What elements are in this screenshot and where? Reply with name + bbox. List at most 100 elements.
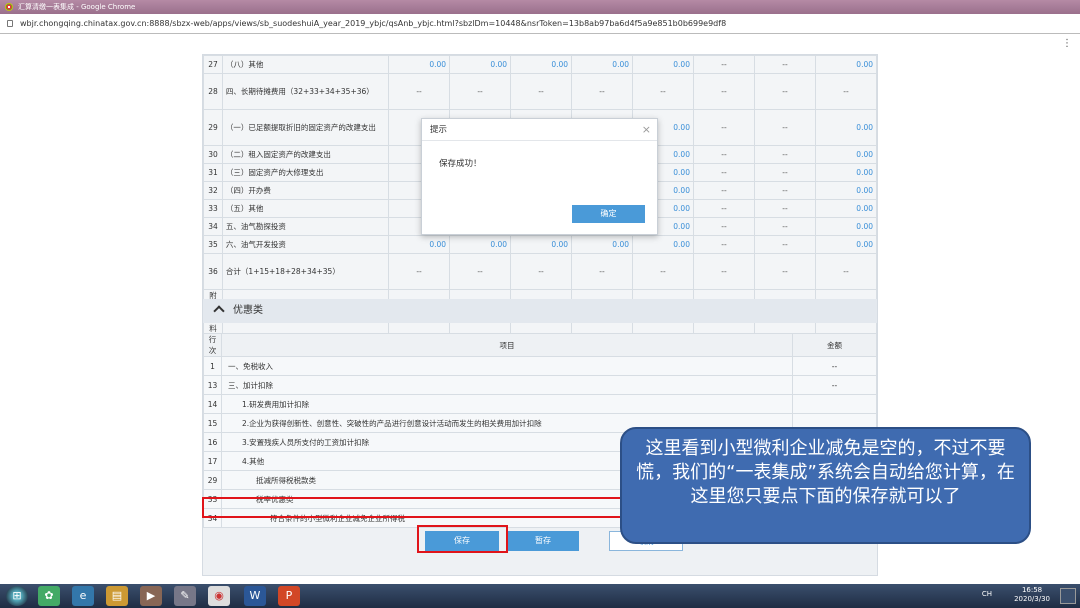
table-row: 35 六、油气开发投资 0.00 0.00 0.00 0.00 0.00 -- -- 0.00 [203, 235, 878, 254]
cell-value: -- [692, 199, 755, 218]
ok-button[interactable]: 确定 [572, 205, 645, 223]
row-label: 四、长期待摊费用（32+33+34+35+36） [221, 73, 390, 110]
row-number: 32 [203, 181, 223, 200]
row-number: 28 [203, 73, 223, 110]
table-row: 28 四、长期待摊费用（32+33+34+35+36） -- -- -- -- -- -- --… [203, 73, 878, 110]
alert-dialog: 提示 × 保存成功！ 确定 [421, 118, 658, 235]
row-label: 三、加计扣除 [221, 375, 793, 395]
cell-value: -- [753, 145, 816, 164]
address-bar[interactable]: wbjr.chongqing.chinatax.gov.cn:8888/sbzx… [0, 14, 1080, 34]
cell-value: -- [449, 73, 512, 110]
row-number: 29 [203, 470, 222, 490]
header-amount: 金额 [792, 333, 877, 357]
row-number: 17 [203, 451, 222, 471]
cell-value: -- [692, 55, 755, 74]
cell-value[interactable]: 0.00 [510, 235, 573, 254]
cell-value: -- [814, 73, 878, 110]
cell-value[interactable]: 0.00 [449, 235, 512, 254]
cell-value[interactable]: 0.00 [814, 55, 878, 74]
cell-value: -- [753, 181, 816, 200]
row-number: 33 [203, 199, 223, 218]
clock-time: 16:58 [1021, 586, 1043, 594]
row-number: 30 [203, 145, 223, 164]
cell-value[interactable]: 0.00 [814, 217, 878, 236]
section-header-preferential[interactable]: 优惠类 [203, 299, 877, 323]
tool-icon[interactable]: ✎ [174, 586, 196, 606]
cell-value[interactable]: 0.00 [814, 163, 878, 182]
chrome-taskbar-icon[interactable]: ◉ [208, 586, 230, 606]
app-icon[interactable]: ✿ [38, 586, 60, 606]
cell-value: -- [753, 217, 816, 236]
cell-value[interactable]: 0.00 [814, 199, 878, 218]
cell-value: -- [753, 199, 816, 218]
row-number: 15 [203, 413, 222, 433]
language-indicator[interactable]: CH [982, 590, 992, 598]
chevron-up-icon[interactable] [213, 305, 225, 317]
clock[interactable]: 16:58 2020/3/30 [1014, 586, 1050, 604]
menu-icon[interactable]: ⋮ [1062, 38, 1072, 49]
cell-value: -- [692, 235, 755, 254]
row-label: （二）租入固定资产的改建支出 [221, 145, 390, 164]
cell-value: -- [571, 73, 633, 110]
taskbar: ⊞ ✿ e ▤ ▶ ✎ ◉ W P CH 16:58 2020/3/30 [0, 584, 1080, 608]
cell-value: -- [692, 145, 755, 164]
header-item: 项目 [221, 333, 793, 357]
dialog-message: 保存成功！ [439, 159, 482, 169]
cell-value[interactable]: 0.00 [388, 235, 451, 254]
amount-cell[interactable] [792, 394, 877, 414]
cell-value: -- [632, 253, 694, 290]
cell-value[interactable]: 0.00 [449, 55, 512, 74]
folder-icon[interactable]: ▤ [106, 586, 128, 606]
ie-icon[interactable]: e [72, 586, 94, 606]
word-icon[interactable]: W [244, 586, 266, 606]
cell-value: -- [449, 253, 512, 290]
cell-value[interactable]: 0.00 [632, 55, 694, 74]
cell-value: -- [692, 181, 755, 200]
row-number: 27 [203, 55, 223, 74]
cell-value: -- [692, 73, 755, 110]
cell-value: -- [753, 235, 816, 254]
show-desktop-button[interactable] [1060, 588, 1076, 604]
media-icon[interactable]: ▶ [140, 586, 162, 606]
cell-value: -- [510, 73, 573, 110]
temp-save-button[interactable]: 暂存 [507, 531, 579, 551]
chrome-icon [5, 3, 13, 11]
table-header-row: 行次 项目 金额 [203, 333, 877, 357]
cell-value[interactable]: 0.00 [388, 55, 451, 74]
browser-toolbar: ⋮ [0, 34, 1080, 54]
cell-value[interactable]: 0.00 [814, 145, 878, 164]
close-icon[interactable]: × [642, 123, 651, 136]
cell-value: -- [753, 109, 816, 146]
powerpoint-icon[interactable]: P [278, 586, 300, 606]
amount-cell[interactable]: -- [792, 356, 877, 376]
cell-value[interactable]: 0.00 [632, 235, 694, 254]
cell-value[interactable]: 0.00 [510, 55, 573, 74]
row-number: 13 [203, 375, 222, 395]
cell-value[interactable]: 0.00 [571, 235, 633, 254]
start-icon[interactable]: ⊞ [6, 586, 28, 606]
window-title: 汇算清缴一表集成 - Google Chrome [18, 3, 136, 11]
cell-value: -- [692, 217, 755, 236]
row-number: 16 [203, 432, 222, 452]
row-label: 1.研发费用加计扣除 [221, 394, 793, 414]
row-number: 29 [203, 109, 223, 146]
table-row: 36 合计（1+15+18+28+34+35） -- -- -- -- -- -- -- -- [203, 253, 878, 290]
cell-value: -- [571, 253, 633, 290]
cell-value[interactable]: 0.00 [571, 55, 633, 74]
callout-annotation: 这里看到小型微利企业减免是空的，不过不要慌，我们的“一表集成”系统会自动给您计算… [620, 427, 1031, 544]
row-number: 34 [203, 217, 223, 236]
cell-value[interactable]: 0.00 [814, 235, 878, 254]
cell-value[interactable]: 0.00 [814, 109, 878, 146]
screen: 汇算清缴一表集成 - Google Chrome wbjr.chongqing.… [0, 0, 1080, 608]
clock-date: 2020/3/30 [1014, 595, 1050, 603]
amount-cell[interactable]: -- [792, 375, 877, 395]
cell-value[interactable]: 0.00 [814, 181, 878, 200]
row-number: 35 [203, 235, 223, 254]
row-label: （五）其他 [221, 199, 390, 218]
cell-value: -- [388, 253, 451, 290]
row-label: （三）固定资产的大修理支出 [221, 163, 390, 182]
cell-value: -- [510, 253, 573, 290]
table-row: 13 三、加计扣除 -- [203, 375, 877, 395]
cell-value: -- [753, 73, 816, 110]
url-text[interactable]: wbjr.chongqing.chinatax.gov.cn:8888/sbzx… [20, 19, 726, 28]
